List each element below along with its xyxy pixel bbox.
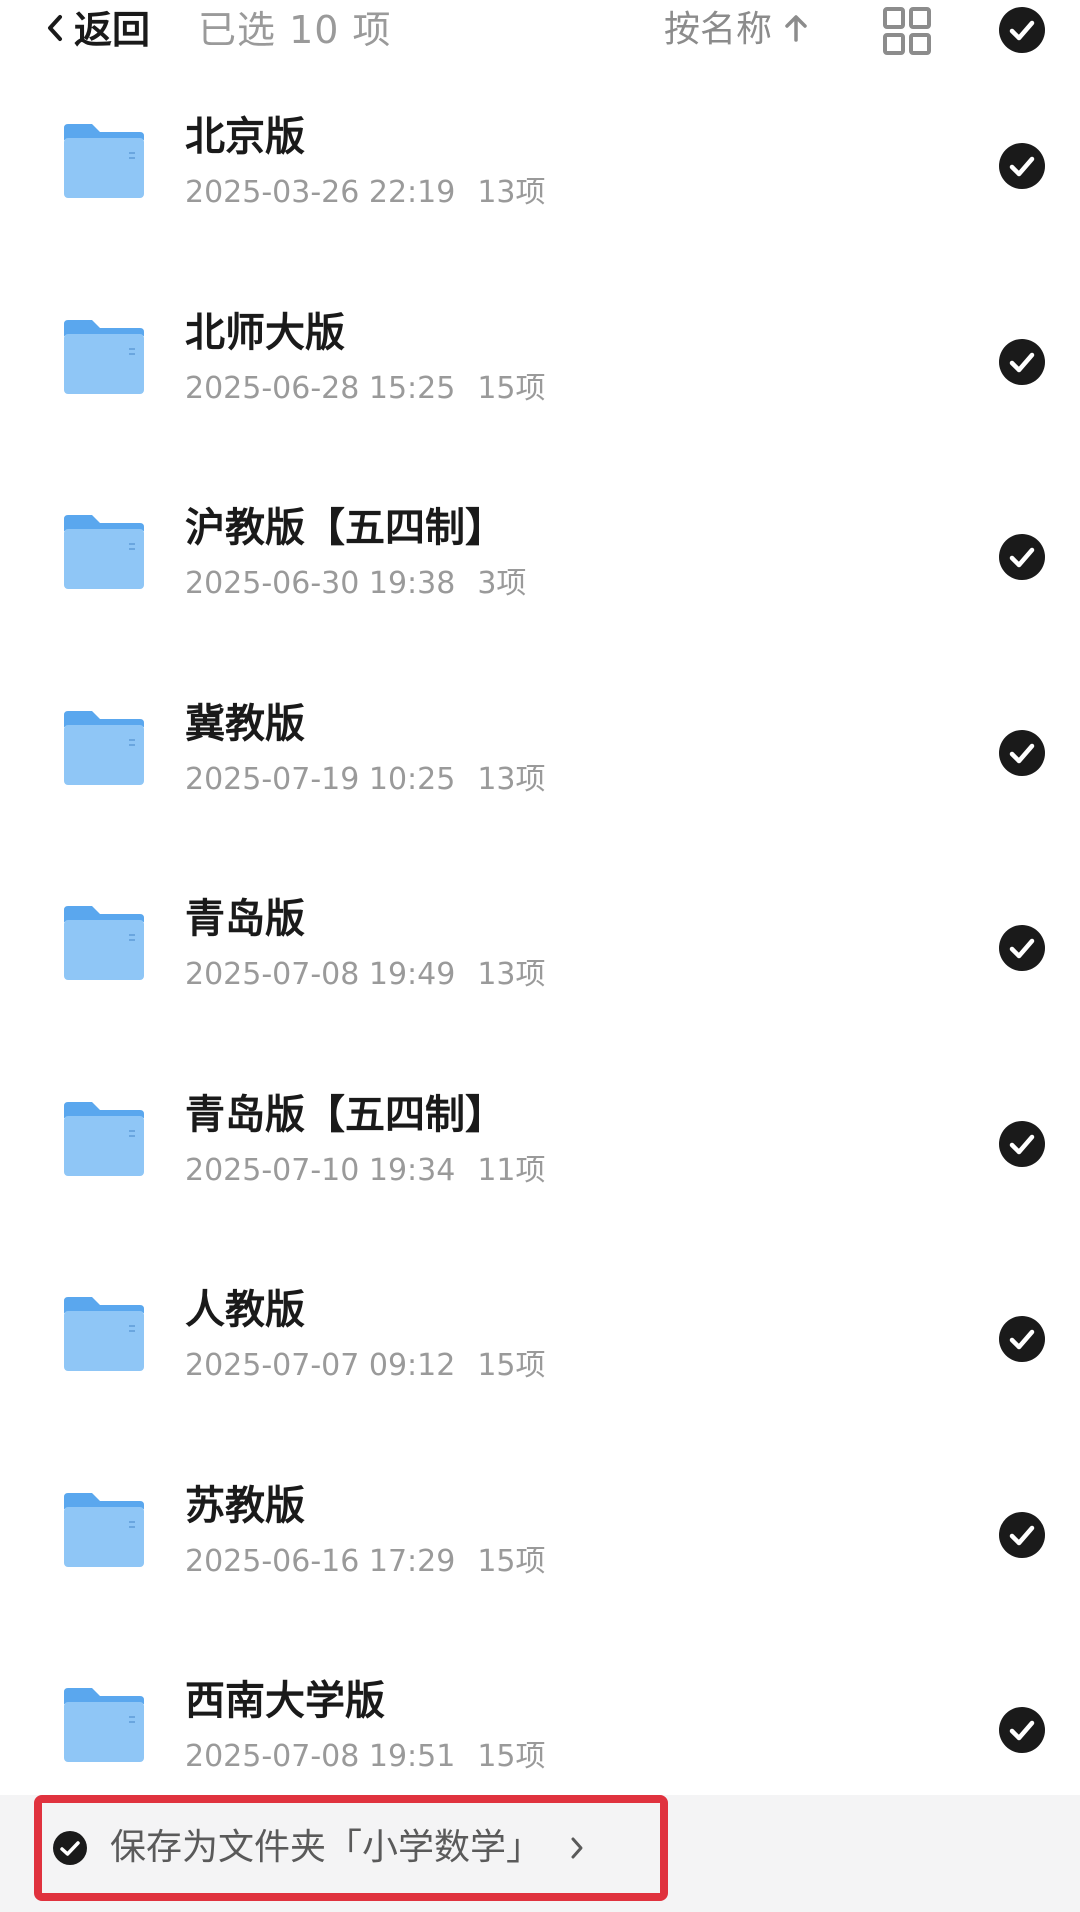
back-label: 返回 (74, 8, 151, 52)
folder-name: 北京版 (185, 114, 305, 160)
folder-date: 2025-07-10 19:34 (185, 1152, 456, 1188)
grid-view-button[interactable] (882, 6, 932, 56)
folder-row[interactable]: 人教版 2025-07-07 09:12 15项 (0, 1243, 1080, 1439)
folder-row[interactable]: 北师大版 2025-06-28 15:25 15项 (0, 266, 1080, 462)
folder-meta: 2025-06-28 15:25 15项 (185, 369, 546, 409)
folder-row[interactable]: 北京版 2025-03-26 22:19 13项 (0, 70, 1080, 266)
folder-date: 2025-03-26 22:19 (185, 175, 456, 210)
folder-icon (64, 124, 144, 198)
check-circle-icon[interactable] (998, 338, 1046, 386)
folder-icon (64, 515, 144, 589)
save-as-folder-label: 保存为文件夹「小学数学」 (110, 1827, 543, 1868)
check-circle-icon[interactable] (998, 1120, 1046, 1168)
back-button[interactable]: 返回 (46, 6, 150, 54)
select-all-checkbox[interactable] (998, 6, 1046, 54)
folder-name: 苏教版 (185, 1482, 305, 1529)
save-as-folder-button[interactable]: 保存为文件夹「小学数学」 (34, 1795, 668, 1901)
folder-item-count: 3项 (477, 566, 527, 601)
folder-item-count: 13项 (477, 761, 546, 797)
folder-icon (64, 1297, 144, 1371)
folder-date: 2025-07-19 10:25 (185, 761, 456, 797)
folder-date: 2025-06-30 19:38 (185, 566, 456, 601)
folder-date: 2025-07-08 19:51 (185, 1739, 456, 1774)
folder-row[interactable]: 苏教版 2025-06-16 17:29 15项 (0, 1439, 1080, 1635)
check-circle-icon (53, 1831, 87, 1865)
folder-item-count: 13项 (477, 957, 546, 992)
folder-item-count: 15项 (477, 1739, 546, 1774)
folder-item-count: 15项 (477, 370, 546, 406)
folder-name: 沪教版【五四制】 (185, 505, 505, 551)
folder-row[interactable]: 冀教版 2025-07-19 10:25 13项 (0, 657, 1080, 853)
chevron-left-icon (46, 13, 64, 47)
folder-date: 2025-07-08 19:49 (185, 957, 456, 992)
folder-item-count: 13项 (477, 175, 546, 210)
folder-icon (64, 1101, 144, 1176)
folder-icon (64, 710, 144, 785)
check-circle-icon[interactable] (998, 142, 1046, 190)
folder-icon (64, 1688, 144, 1762)
top-toolbar: 返回 已选 10 项 按名称 (0, 0, 1080, 60)
folder-name: 青岛版 (185, 896, 305, 942)
folder-meta: 2025-06-30 19:38 3项 (185, 564, 526, 604)
folder-date: 2025-06-28 15:25 (185, 370, 456, 406)
folder-meta: 2025-03-26 22:19 13项 (185, 173, 546, 213)
folder-meta: 2025-07-10 19:34 11项 (185, 1151, 546, 1191)
check-circle-icon[interactable] (998, 1315, 1046, 1363)
folder-name: 西南大学版 (185, 1678, 385, 1724)
grid-view-icon (883, 7, 931, 55)
folder-item-count: 15项 (477, 1348, 546, 1383)
folder-icon (64, 906, 144, 980)
folder-row[interactable]: 青岛版 2025-07-08 19:49 13项 (0, 852, 1080, 1048)
folder-meta: 2025-07-19 10:25 13项 (185, 760, 546, 800)
folder-icon (64, 319, 144, 394)
folder-date: 2025-06-16 17:29 (185, 1543, 456, 1579)
folder-meta: 2025-07-08 19:51 15项 (185, 1737, 546, 1777)
folder-list: 北京版 2025-03-26 22:19 13项 北师大版 2025-06-28 … (0, 70, 1080, 1830)
sort-by-name-button[interactable]: 按名称 (664, 6, 810, 54)
folder-row[interactable]: 沪教版【五四制】 2025-06-30 19:38 3项 (0, 461, 1080, 657)
folder-name: 人教版 (185, 1287, 305, 1333)
folder-meta: 2025-07-07 09:12 15项 (185, 1346, 546, 1386)
folder-date: 2025-07-07 09:12 (185, 1348, 456, 1383)
arrow-up-icon (782, 13, 810, 47)
folder-name: 青岛版【五四制】 (185, 1091, 505, 1138)
check-circle-icon[interactable] (998, 1511, 1046, 1559)
selected-count: 已选 10 项 (198, 8, 392, 52)
folder-name: 北师大版 (185, 309, 345, 356)
check-circle-icon[interactable] (998, 729, 1046, 777)
folder-name: 冀教版 (185, 700, 305, 747)
folder-row[interactable]: 青岛版【五四制】 2025-07-10 19:34 11项 (0, 1048, 1080, 1244)
check-circle-icon[interactable] (998, 533, 1046, 581)
folder-item-count: 11项 (477, 1152, 546, 1188)
folder-meta: 2025-06-16 17:29 15项 (185, 1542, 546, 1582)
sort-label: 按名称 (664, 9, 773, 50)
folder-icon (64, 1492, 144, 1567)
chevron-right-icon (571, 1837, 583, 1859)
check-circle-icon (999, 7, 1045, 53)
check-circle-icon[interactable] (998, 1706, 1046, 1754)
folder-item-count: 15项 (477, 1543, 546, 1579)
folder-meta: 2025-07-08 19:49 13项 (185, 955, 546, 995)
check-circle-icon[interactable] (998, 924, 1046, 972)
